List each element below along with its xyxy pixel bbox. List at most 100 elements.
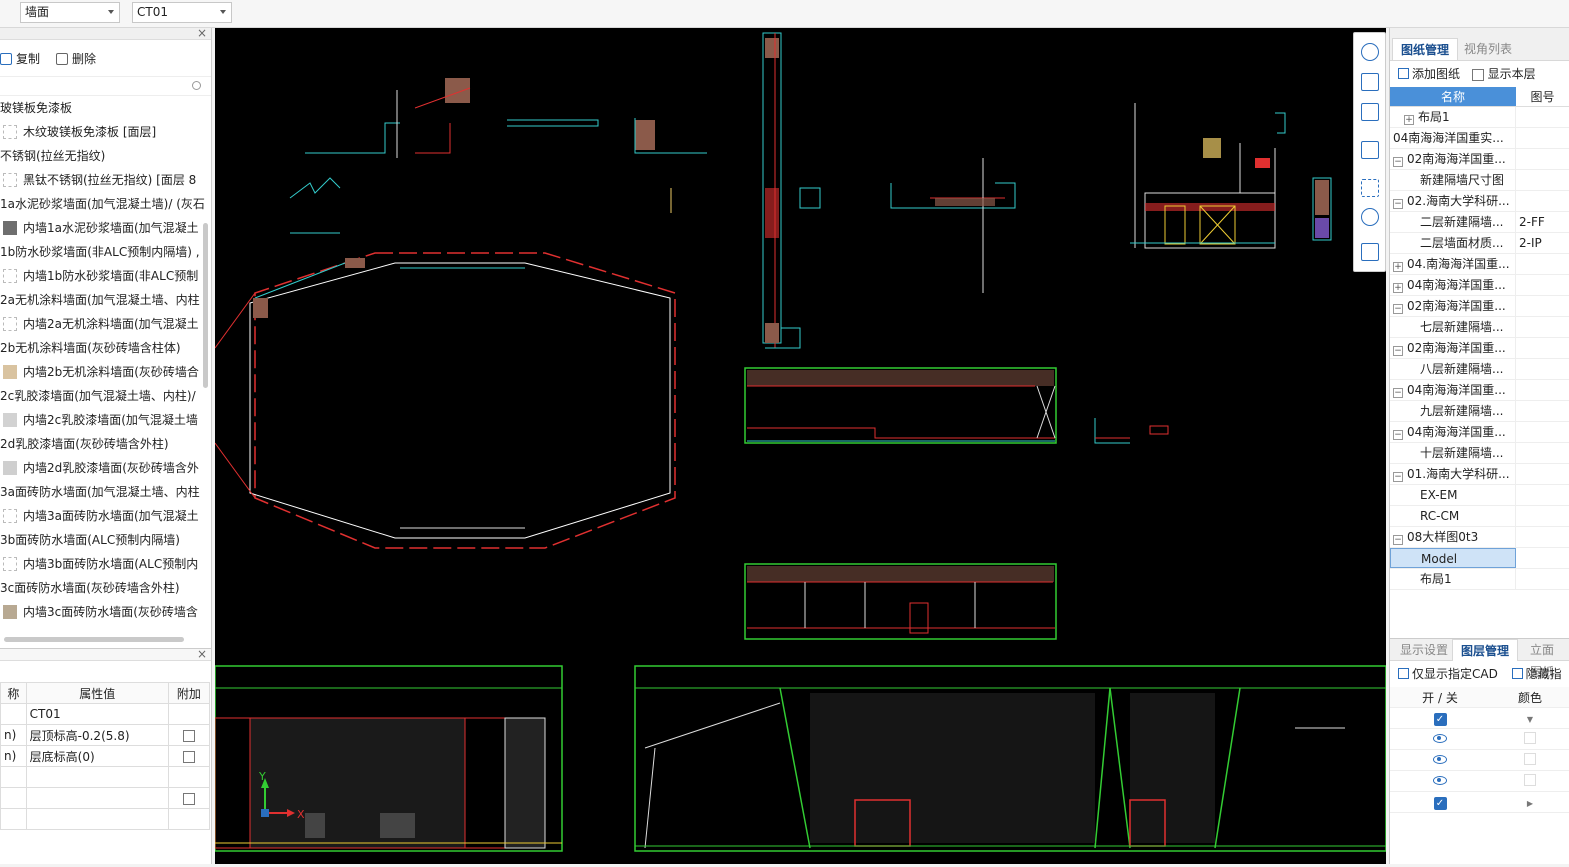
- color-swatch[interactable]: [1524, 773, 1536, 786]
- drawing-row[interactable]: 布局1: [1390, 569, 1569, 590]
- drawing-row[interactable]: −02.海南大学科研...: [1390, 191, 1569, 212]
- delete-button[interactable]: 删除: [56, 50, 96, 67]
- collapse-icon[interactable]: −: [1393, 346, 1403, 356]
- tree-group[interactable]: 玻镁板免漆板: [0, 96, 211, 120]
- drawing-row[interactable]: 七层新建隔墙...: [1390, 317, 1569, 338]
- search-input[interactable]: [0, 76, 211, 96]
- show-floor-checkbox[interactable]: 显示本层: [1471, 67, 1536, 81]
- tree-item[interactable]: 内墙3b面砖防水墙面(ALC预制内: [0, 552, 211, 576]
- eye-icon[interactable]: [1433, 776, 1447, 785]
- tree-group[interactable]: 1b防水砂浆墙面(非ALC预制内隔墙) ,: [0, 240, 211, 264]
- drawing-row[interactable]: Model: [1390, 548, 1569, 569]
- tree-item[interactable]: 内墙1a水泥砂浆墙面(加气混凝土: [0, 216, 211, 240]
- property-value[interactable]: [25, 766, 169, 788]
- orbit-icon[interactable]: [1361, 43, 1379, 61]
- tab-layer-management[interactable]: 图层管理: [1452, 639, 1519, 661]
- extra-checkbox[interactable]: [182, 729, 195, 742]
- drawing-row[interactable]: −02南海海洋国重...: [1390, 296, 1569, 317]
- tree-item[interactable]: 内墙2d乳胶漆墙面(灰砂砖墙含外: [0, 456, 211, 480]
- property-value[interactable]: 层底标高(0): [25, 745, 169, 767]
- checkbox-checked-icon[interactable]: ✓: [1433, 712, 1447, 726]
- add-drawing-button[interactable]: 添加图纸: [1398, 67, 1460, 81]
- drawing-row[interactable]: RC-CM: [1390, 506, 1569, 527]
- tab-drawings[interactable]: 图纸管理: [1392, 38, 1459, 60]
- hide-button[interactable]: 隐藏指: [1511, 667, 1562, 681]
- isometric-icon[interactable]: [1361, 208, 1379, 226]
- horizontal-scrollbar[interactable]: [4, 637, 184, 642]
- expand-icon[interactable]: +: [1404, 115, 1414, 125]
- drawing-row[interactable]: 八层新建隔墙...: [1390, 359, 1569, 380]
- drawing-row[interactable]: 九层新建隔墙...: [1390, 401, 1569, 422]
- tree-group[interactable]: 3a面砖防水墙面(加气混凝土墙、内柱: [0, 480, 211, 504]
- tree-group[interactable]: 3b面砖防水墙面(ALC预制内隔墙): [0, 528, 211, 552]
- collapse-icon[interactable]: −: [1393, 199, 1403, 209]
- code-select[interactable]: CT01: [132, 2, 232, 23]
- color-swatch[interactable]: [1524, 731, 1536, 744]
- eye-icon[interactable]: [1433, 755, 1447, 764]
- extra-checkbox[interactable]: [182, 792, 195, 805]
- expand-icon[interactable]: +: [1393, 283, 1403, 293]
- tab-display-settings[interactable]: 显示设置: [1392, 639, 1456, 661]
- collapse-icon[interactable]: −: [1393, 430, 1403, 440]
- drawing-row[interactable]: 二层墙面材质... 2-IP: [1390, 233, 1569, 254]
- collapse-icon[interactable]: −: [1393, 304, 1403, 314]
- tree-item[interactable]: 内墙2c乳胶漆墙面(加气混凝土墙: [0, 408, 211, 432]
- collapse-icon[interactable]: −: [1393, 388, 1403, 398]
- collapse-icon[interactable]: −: [1393, 472, 1403, 482]
- tree-group[interactable]: 1a水泥砂浆墙面(加气混凝土墙)/ (灰石: [0, 192, 211, 216]
- tree-item[interactable]: 内墙3c面砖防水墙面(灰砂砖墙含: [0, 600, 211, 624]
- vertical-scrollbar[interactable]: [203, 223, 208, 388]
- layer-view-icon[interactable]: [1361, 243, 1379, 261]
- tree-item[interactable]: 内墙1b防水砂浆墙面(非ALC预制: [0, 264, 211, 288]
- property-value[interactable]: [25, 787, 169, 809]
- box-view-icon[interactable]: [1361, 141, 1379, 159]
- drawing-row[interactable]: −01.海南大学科研...: [1390, 464, 1569, 485]
- drawing-row[interactable]: EX-EM: [1390, 485, 1569, 506]
- extra-checkbox[interactable]: [182, 750, 195, 763]
- 3d-view-icon[interactable]: [1361, 73, 1379, 91]
- tree-item[interactable]: 内墙2b无机涂料墙面(灰砂砖墙合: [0, 360, 211, 384]
- drawing-row[interactable]: +04南海海洋国重...: [1390, 275, 1569, 296]
- tree-group[interactable]: 2b无机涂料墙面(灰砂砖墙含柱体): [0, 336, 211, 360]
- chevron-right-icon[interactable]: ▶: [1527, 799, 1533, 808]
- drawing-row[interactable]: 十层新建隔墙...: [1390, 443, 1569, 464]
- tree-item[interactable]: 黑钛不锈钢(拉丝无指纹) [面层 8: [0, 168, 211, 192]
- property-value[interactable]: 层顶标高-0.2(5.8): [25, 724, 169, 746]
- drawing-row[interactable]: −02南海海洋国重...: [1390, 338, 1569, 359]
- tab-elevation[interactable]: 立面图纸: [1522, 639, 1569, 679]
- tree-item[interactable]: 木纹玻镁板免漆板 [面层]: [0, 120, 211, 144]
- drawing-row[interactable]: 二层新建隔墙... 2-FF: [1390, 212, 1569, 233]
- cube-icon[interactable]: [1361, 103, 1379, 121]
- tree-group[interactable]: 2d乳胶漆墙面(灰砂砖墙含外柱): [0, 432, 211, 456]
- only-cad-button[interactable]: 仅显示指定CAD: [1398, 667, 1498, 681]
- tab-views[interactable]: 视角列表: [1456, 38, 1520, 60]
- type-select[interactable]: 墙面: [20, 2, 120, 23]
- drawing-row[interactable]: −02南海海洋国重...: [1390, 149, 1569, 170]
- checkbox-checked-icon[interactable]: ✓: [1433, 796, 1447, 810]
- drawing-row[interactable]: 04南海海洋国重实...: [1390, 128, 1569, 149]
- drawing-row[interactable]: −08大样图0t3: [1390, 527, 1569, 548]
- tree-item[interactable]: 内墙3a面砖防水墙面(加气混凝土: [0, 504, 211, 528]
- drawing-row[interactable]: +04.南海海洋国重...: [1390, 254, 1569, 275]
- tree-item[interactable]: 内墙2a无机涂料墙面(加气混凝土: [0, 312, 211, 336]
- tree-group[interactable]: 2a无机涂料墙面(加气混凝土墙、内柱: [0, 288, 211, 312]
- cad-viewport[interactable]: Y X: [214, 28, 1387, 864]
- tree-group[interactable]: 3c面砖防水墙面(灰砂砖墙含外柱): [0, 576, 211, 600]
- property-value[interactable]: [25, 808, 169, 830]
- close-icon[interactable]: ×: [197, 647, 207, 661]
- eye-icon[interactable]: [1433, 734, 1447, 743]
- property-value[interactable]: CT01: [25, 703, 169, 725]
- collapse-icon[interactable]: −: [1393, 535, 1403, 545]
- copy-button[interactable]: 复制: [0, 50, 40, 67]
- drawing-row[interactable]: −04南海海洋国重...: [1390, 380, 1569, 401]
- close-icon[interactable]: ×: [197, 28, 207, 40]
- drawing-row[interactable]: −04南海海洋国重...: [1390, 422, 1569, 443]
- chevron-down-icon[interactable]: ▼: [1527, 715, 1533, 724]
- color-swatch[interactable]: [1524, 752, 1536, 765]
- expand-icon[interactable]: +: [1393, 262, 1403, 272]
- tree-group[interactable]: 不锈钢(拉丝无指纹): [0, 144, 211, 168]
- tree-group[interactable]: 2c乳胶漆墙面(加气混凝土墙、内柱)/: [0, 384, 211, 408]
- drawing-row[interactable]: + 布局1: [1390, 107, 1569, 128]
- fit-view-icon[interactable]: [1361, 179, 1379, 197]
- drawing-row[interactable]: 新建隔墙尺寸图: [1390, 170, 1569, 191]
